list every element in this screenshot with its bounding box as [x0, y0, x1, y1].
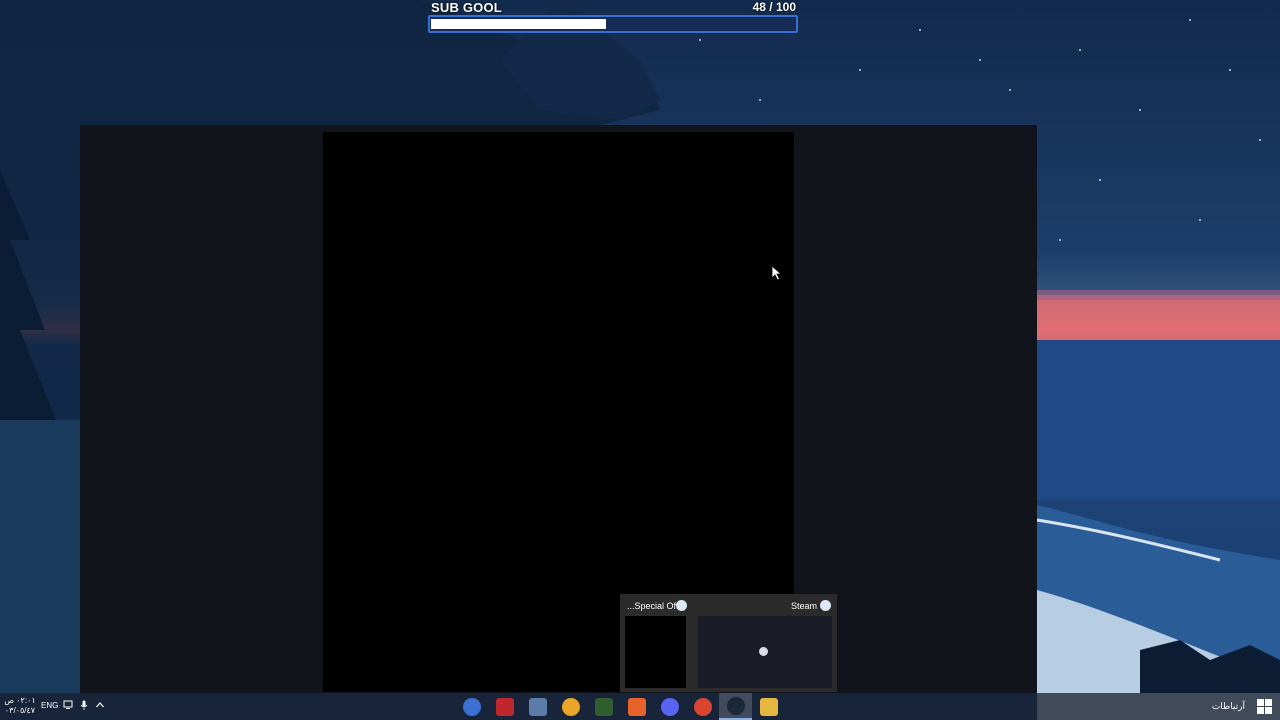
sub-goal-separator: / — [765, 0, 776, 14]
steam-icon — [676, 600, 687, 611]
adobe-icon — [627, 697, 646, 716]
notifications-label[interactable]: آرتباطات — [1212, 701, 1245, 712]
thumbnail-special-offers[interactable]: ...Special Off — [622, 594, 690, 692]
application-window[interactable] — [80, 125, 1037, 693]
steam-icon — [759, 647, 768, 656]
taskbar-app-button[interactable] — [719, 693, 752, 720]
taskbar-app-button[interactable] — [455, 693, 488, 720]
taskbar-app-button[interactable] — [752, 693, 785, 720]
windows-start-icon[interactable] — [1257, 699, 1272, 714]
sub-goal-progress-bar — [428, 15, 798, 33]
sub-goal-overlay: SUB GOOL 48 / 100 — [428, 0, 798, 34]
thumbnail-steam[interactable]: Steam — [698, 594, 835, 692]
discord-icon — [660, 697, 679, 716]
sub-goal-count: 48 / 100 — [753, 0, 796, 14]
xbox-icon — [594, 697, 613, 716]
mouse-cursor-icon — [771, 265, 783, 281]
chrome-canary-icon — [462, 697, 481, 716]
clock-date: ٠٣/٠٥/٤٧ — [4, 706, 36, 715]
taskbar-app-button[interactable] — [686, 693, 719, 720]
taskbar-app-button[interactable] — [653, 693, 686, 720]
app-red-icon — [495, 697, 514, 716]
steam-icon — [726, 696, 745, 715]
chrome-icon — [693, 697, 712, 716]
taskbar-app-button[interactable] — [620, 693, 653, 720]
thumbnail-title: ...Special Off — [627, 601, 679, 611]
taskbar-thumbnail-popup: ...Special Off Steam — [620, 594, 837, 692]
sub-goal-current: 48 — [752, 0, 766, 14]
taskbar-app-button[interactable] — [521, 693, 554, 720]
thumbnail-preview[interactable] — [625, 616, 686, 688]
sub-goal-target: 100 — [775, 0, 796, 14]
chevron-up-icon[interactable] — [95, 700, 105, 710]
notepad-icon — [528, 697, 547, 716]
file-explorer-icon — [759, 697, 778, 716]
thumbnail-title: Steam — [790, 601, 817, 611]
clipchamp-icon — [561, 697, 580, 716]
sub-goal-title: SUB GOOL — [431, 0, 502, 15]
taskbar-app-button[interactable] — [587, 693, 620, 720]
thumbnail-preview[interactable] — [698, 616, 832, 688]
taskbar: ٠٢:٠١ ص ٠٣/٠٥/٤٧ ENG آرتباطات — [0, 693, 1280, 720]
language-indicator[interactable]: ENG — [41, 701, 58, 710]
taskbar-app-button[interactable] — [554, 693, 587, 720]
microphone-icon[interactable] — [79, 700, 89, 710]
steam-icon — [820, 600, 831, 611]
clock[interactable]: ٠٢:٠١ ص ٠٣/٠٥/٤٧ — [4, 696, 36, 716]
clock-time: ٠٢:٠١ ص — [4, 696, 36, 705]
network-icon[interactable] — [63, 700, 73, 710]
taskbar-app-button[interactable] — [488, 693, 521, 720]
sub-goal-progress-fill — [431, 19, 606, 29]
